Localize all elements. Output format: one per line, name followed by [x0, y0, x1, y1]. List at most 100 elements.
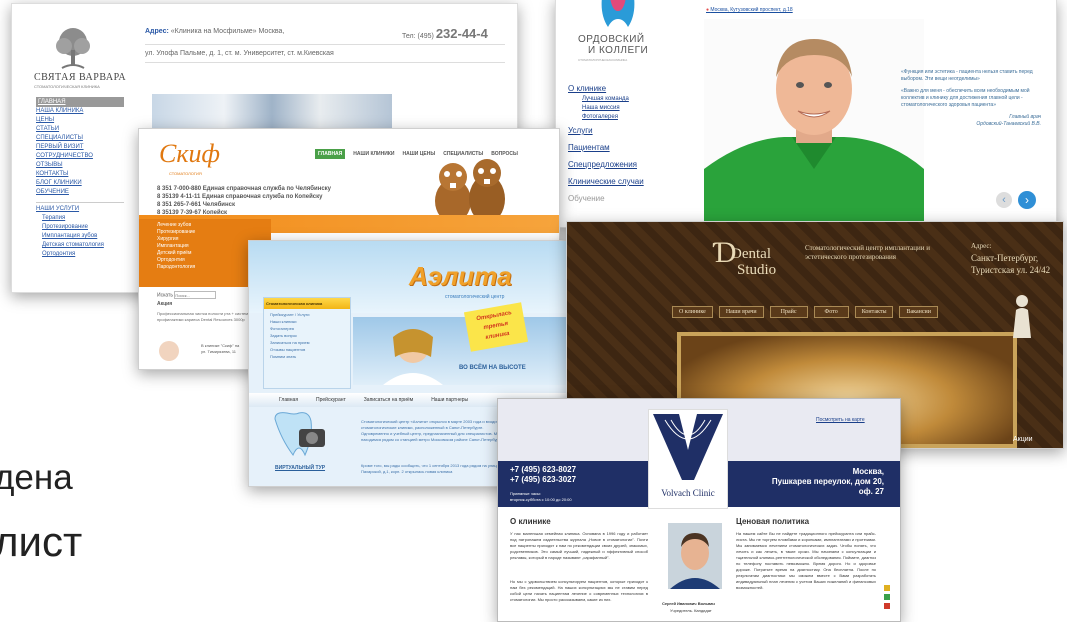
v-logo-icon [653, 414, 723, 480]
next-arrow-icon[interactable]: › [1018, 191, 1036, 209]
nav-clinics[interactable]: НАШИ КЛИНИКИ [353, 149, 394, 159]
price-title: Ценовая политика [736, 517, 810, 526]
left-item[interactable]: Фотогалерея [270, 325, 344, 332]
nav-item[interactable]: Прейскурант [316, 393, 346, 407]
dental-city: Санкт-Петербург, [971, 253, 1039, 263]
nav-item[interactable]: Записаться на приём [364, 393, 413, 407]
left-panel-title: Стоматологическая клиника [264, 298, 350, 309]
doctor-photo [704, 19, 924, 227]
sidebar-item[interactable]: Лечение зубов [157, 222, 271, 229]
menu-subitem[interactable]: Лучшая команда [568, 95, 668, 104]
location-pin-icon: ● [706, 7, 710, 13]
menu-item[interactable]: Пациентам [568, 139, 668, 156]
phone-number: 8 35139 4-11-11 [157, 194, 201, 200]
logo-name-2: И КОЛЛЕГИ [588, 45, 649, 56]
nav-button[interactable]: Прайс [769, 306, 808, 318]
left-item[interactable]: Отзывы пациентов [270, 346, 344, 353]
about-text: У нас маленькая семейная клиника. Основа… [510, 531, 648, 560]
service-item[interactable]: Имплантация зубов [36, 232, 124, 241]
phone-number: 232-44-4 [435, 26, 488, 41]
service-item[interactable]: Терапия [36, 214, 124, 223]
social-icons [884, 585, 896, 609]
search-input[interactable] [174, 291, 217, 299]
service-item[interactable]: Ортодонтия [36, 250, 124, 259]
left-item[interactable]: Записаться на прием [270, 339, 344, 346]
menu-item[interactable]: О клинике [568, 83, 668, 95]
address-text: Москва, Кутузовский проспект, д.18 [710, 7, 793, 13]
phone-1: +7 (495) 623-8027 [510, 465, 577, 474]
tooth-camera-icon [269, 411, 329, 461]
slide-text-line1: дена [0, 458, 73, 497]
nav-item[interactable]: ПЕРВЫЙ ВИЗИТ [36, 143, 124, 152]
nav-home[interactable]: ГЛАВНАЯ [315, 149, 346, 159]
address-block: Москва, Пушкарев переулок, дом 20, оф. 2… [734, 467, 884, 497]
menu-item[interactable]: Обучение [568, 190, 668, 207]
nav-button[interactable]: Фото [813, 306, 849, 318]
nav-item[interactable]: ОБУЧЕНИЕ [36, 188, 124, 197]
aelita-logo-sub: стоматологический центр [445, 294, 505, 300]
menu-item[interactable]: Клинические случаи [568, 173, 668, 190]
menu-item[interactable]: Услуги [568, 122, 668, 139]
social-icon[interactable] [884, 603, 890, 609]
dental-address-label: Адрес: [971, 242, 992, 250]
nav-item-main[interactable]: ГЛАВНАЯ [36, 97, 124, 107]
phone-list: 8 351 7-000-880 Единая справочная служба… [157, 185, 331, 217]
address-office: оф. 27 [858, 487, 884, 496]
nav-button[interactable]: О клинике [672, 306, 713, 318]
nav-item[interactable]: ЦЕНЫ [36, 116, 124, 125]
screenshot-ordovsky: ОРДОВСКИЙ И КОЛЛЕГИ СТОМАТОЛОГИЧЕСКАЯ КЛ… [555, 0, 1057, 228]
header-photo [152, 94, 392, 128]
nav-button[interactable]: Контакты [854, 306, 894, 318]
slide-text-line2: лист [0, 518, 83, 565]
left-item[interactable]: Прейскурант / Услуги [270, 311, 344, 318]
sidebar-menu: О клинике Лучшая команда Наша миссия Фот… [568, 83, 668, 207]
nav-button[interactable]: Вакансии [899, 306, 938, 318]
about-text-2: Но мы с удовольствием консультируем паци… [510, 579, 648, 602]
banner-text: ВО ВСЁМ НА ВЫСОТЕ [459, 365, 526, 371]
service-item[interactable]: Детская стоматология [36, 241, 124, 250]
dental-logo-1: Dental [731, 246, 771, 262]
hours: вторник-суббота с 10:00 до 20:00 [510, 497, 572, 502]
skif-logo: Скиф [159, 139, 220, 168]
virtual-tour-link[interactable]: ВИРТУАЛЬНЫЙ ТУР [275, 465, 325, 471]
quote-box: «Функция или эстетика - пациента нельзя … [901, 69, 1041, 128]
address-link[interactable]: ● Москва, Кутузовский проспект, д.18 [706, 7, 793, 13]
nav-item[interactable]: СПЕЦИАЛИСТЫ [36, 134, 124, 143]
left-item[interactable]: Помним знать [270, 353, 344, 360]
nav-button[interactable]: Наши врачи [718, 306, 764, 318]
quote-2: «Важно для меня - обеспечить всем необхо… [901, 88, 1030, 108]
nav-item[interactable]: Главная [279, 393, 298, 407]
map-link[interactable]: Посмотреть на карте [816, 417, 865, 423]
price-text: На нашем сайте Вы не найдете традиционно… [736, 531, 876, 590]
promo-title: Акция [157, 301, 173, 307]
nav-item[interactable]: СОТРУДНИЧЕСТВО [36, 152, 124, 161]
nav-item[interactable]: КОНТАКТЫ [36, 170, 124, 179]
service-item[interactable]: Протезирование [36, 223, 124, 232]
promo-label[interactable]: Акции [1013, 436, 1033, 443]
volvach-brand: Volvach Clinic [661, 488, 715, 498]
phone-desc: Единая справочная служба по Копейску [202, 194, 323, 200]
nav-item[interactable]: СТАТЬИ [36, 125, 124, 134]
menu-subitem[interactable]: Наша миссия [568, 104, 668, 113]
phone-2: +7 (495) 623-3027 [510, 475, 577, 484]
phone-row: 8 35139 4-11-11 Единая справочная служба… [157, 193, 331, 201]
prev-arrow-icon[interactable]: ‹ [996, 192, 1012, 208]
left-item[interactable]: Задать вопрос [270, 332, 344, 339]
phone-desc: Челябинск [202, 202, 235, 208]
dental-logo-2: Studio [737, 262, 777, 278]
social-icon[interactable] [884, 585, 890, 591]
address-line-2: ул. Улофа Пальме, д. 1, ст. м. Университ… [145, 50, 334, 57]
social-icon[interactable] [884, 594, 890, 600]
nav-item[interactable]: НАША КЛИНИКА [36, 107, 124, 116]
nav-item[interactable]: БЛОГ КЛИНИКИ [36, 179, 124, 188]
sidebar-item[interactable]: Протезирование [157, 229, 271, 236]
menu-item[interactable]: Спецпредложения [568, 156, 668, 173]
menu-subitem[interactable]: Фотогалерея [568, 113, 668, 122]
left-item[interactable]: Наши клиники [270, 318, 344, 325]
phone: Тел: (495) 232-44-4 [402, 26, 488, 41]
statue-icon [1007, 292, 1037, 338]
nav-item[interactable]: ОТЗЫВЫ [36, 161, 124, 170]
nav-item[interactable]: Наши партнеры [431, 393, 468, 407]
phone-row: 8 351 7-000-880 Единая справочная служба… [157, 185, 331, 193]
phone-row: 8 351 265-7-661 Челябинск [157, 201, 331, 209]
